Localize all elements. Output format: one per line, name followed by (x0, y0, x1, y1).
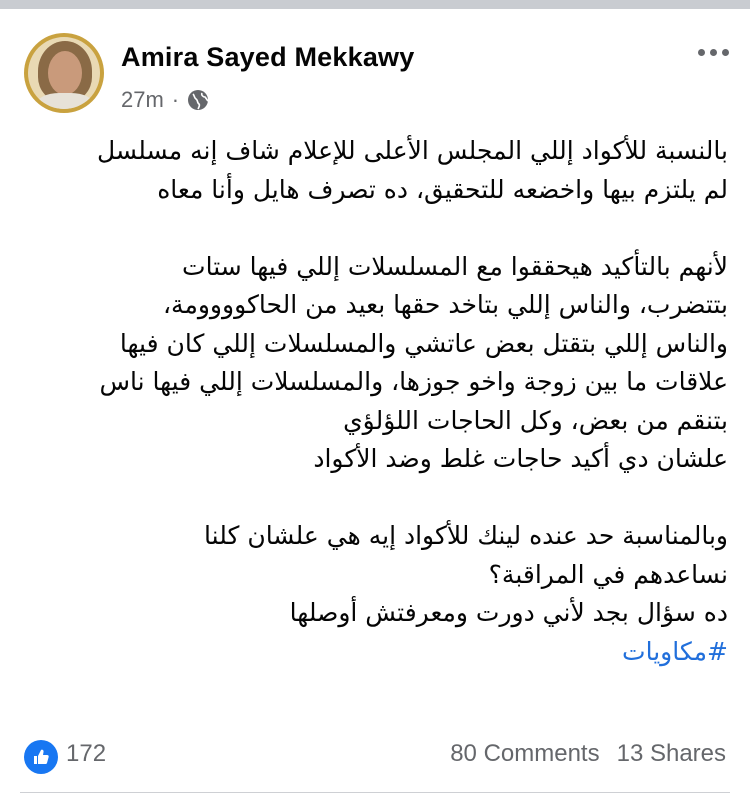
post-text: بالنسبة للأكواد إللي المجلس الأعلى للإعل… (20, 132, 728, 671)
shares-count[interactable]: 13 Shares (617, 740, 726, 768)
avatar-photo (28, 37, 100, 109)
more-options-button[interactable] (698, 49, 729, 56)
more-dot (710, 49, 717, 56)
top-divider-strip (0, 0, 750, 9)
post-blank-line (20, 479, 728, 518)
post-blank-line (20, 209, 728, 248)
post-line: وبالمناسبة حد عنده لينك للأكواد إيه هي ع… (204, 521, 728, 550)
footer-divider (20, 792, 730, 793)
comments-count[interactable]: 80 Comments (450, 740, 599, 768)
more-dot (698, 49, 705, 56)
post-line: نساعدهم في المراقبة؟ (488, 559, 728, 589)
post-line: علاقات ما بين زوجة واخو جوزها، والمسلسلا… (99, 367, 728, 396)
post-line: بتتضرب، والناس إللي بتاخد حقها بعيد من ا… (162, 290, 728, 319)
thumbs-up-icon[interactable] (24, 740, 58, 774)
avatar[interactable] (24, 33, 104, 113)
engagement-stats: 80 Comments 13 Shares (450, 740, 726, 768)
more-dot (722, 49, 729, 56)
hashtag-link[interactable]: #مكاويات (20, 633, 728, 672)
post-line: بالنسبة للأكواد إللي المجلس الأعلى للإعل… (96, 136, 728, 165)
like-count[interactable]: 172 (66, 740, 106, 768)
post-line: بتنقم من بعض، وكل الحاجات اللؤلؤي (343, 405, 728, 435)
post-line: ده سؤال بجد لأني دورت ومعرفتش أوصلها (289, 598, 728, 627)
post-meta: 27m · (121, 87, 209, 113)
post-footer: 172 80 Comments 13 Shares (24, 738, 726, 776)
post-time[interactable]: 27m (121, 87, 164, 113)
post-line: لأنهم بالتأكيد هيحققوا مع المسلسلات إللي… (182, 251, 728, 281)
author-name[interactable]: Amira Sayed Mekkawy (121, 42, 414, 73)
post-line: والناس إللي بتقتل بعض عاتشي والمسلسلات إ… (119, 328, 728, 358)
post-line: لم يلتزم بيها واخضعه للتحقيق، ده تصرف ها… (157, 174, 728, 204)
post-line: علشان دي أكيد حاجات غلط وضد الأكواد (313, 444, 728, 473)
meta-separator: · (171, 87, 180, 112)
globe-icon[interactable] (187, 89, 209, 111)
post-header: Amira Sayed Mekkawy 27m · (24, 33, 729, 113)
